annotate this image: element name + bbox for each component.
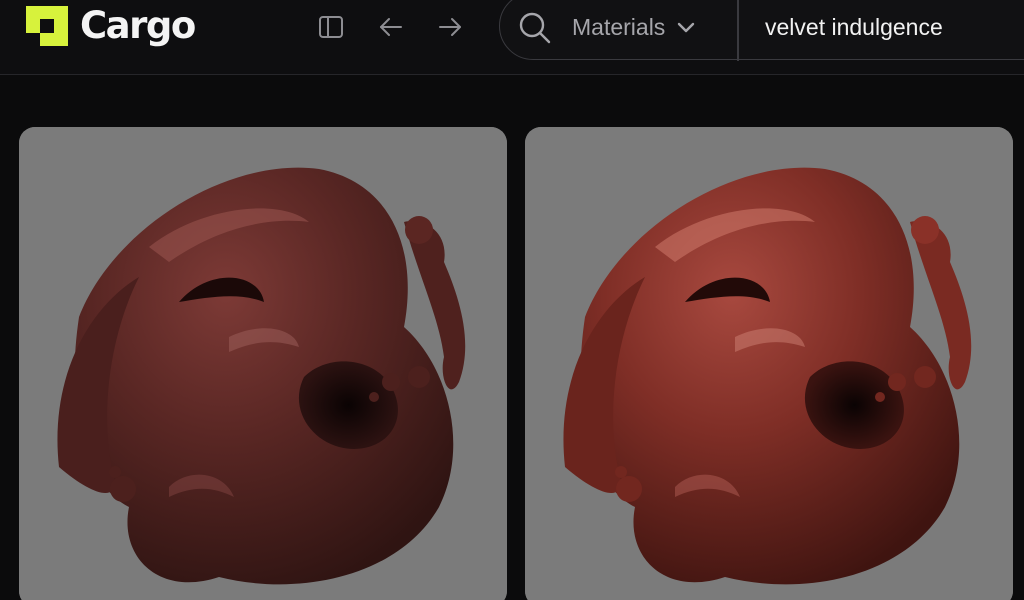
back-button[interactable] (376, 12, 406, 42)
forward-button[interactable] (435, 12, 465, 42)
chocolate-swirl-image (525, 127, 1013, 600)
arrow-left-icon (380, 18, 402, 36)
result-card[interactable] (19, 127, 507, 600)
arrow-right-icon (439, 18, 461, 36)
top-bar: Cargo Materials velvet indulgence (0, 0, 1024, 75)
search-input[interactable]: velvet indulgence (765, 14, 943, 41)
brand-name[interactable]: Cargo (80, 4, 196, 48)
search-bar[interactable]: Materials velvet indulgence (499, 0, 1024, 61)
sidebar-toggle-button[interactable] (316, 12, 346, 42)
result-card[interactable] (525, 127, 1013, 600)
search-icon (519, 12, 551, 44)
chocolate-swirl-image (19, 127, 507, 600)
sidebar-panel-icon (319, 16, 343, 38)
category-label: Materials (572, 14, 666, 40)
results-grid (0, 75, 1024, 600)
search-divider (737, 0, 739, 61)
cargo-logo-icon[interactable] (26, 6, 68, 46)
chevron-down-icon (678, 22, 695, 32)
category-dropdown[interactable]: Materials (572, 14, 697, 41)
